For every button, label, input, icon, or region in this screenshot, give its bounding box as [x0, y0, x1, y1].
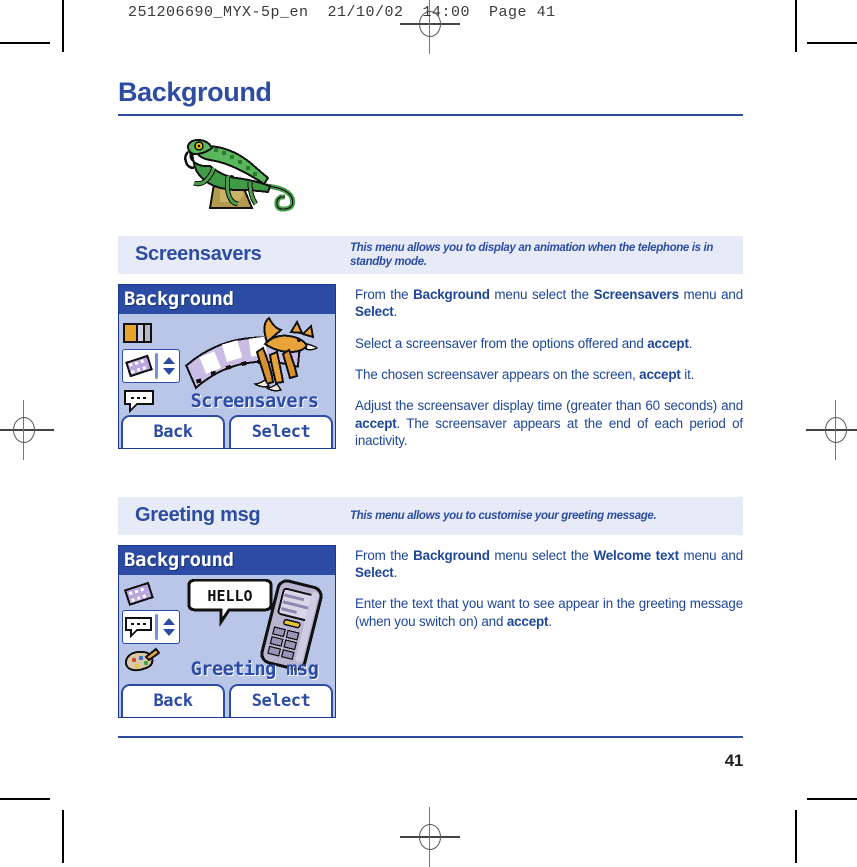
section-title: Screensavers — [135, 243, 262, 266]
crop-mark-bottom-left-v — [62, 810, 64, 863]
section-description: This menu allows you to customise your g… — [350, 509, 657, 522]
crop-mark-bottom-right-v — [795, 810, 797, 863]
mockup-softkeys: Back Select — [119, 414, 335, 448]
scroll-arrows[interactable] — [158, 617, 179, 636]
mockup-caption: Greeting msg — [190, 658, 319, 680]
mockup-icon-rail — [122, 579, 180, 676]
mockup-title-bar: Background — [119, 545, 335, 575]
softkey-back[interactable]: Back — [121, 683, 225, 717]
section-body-greeting-msg: Background HELLO Greeting msg Back Selec… — [118, 544, 743, 718]
softkey-back[interactable]: Back — [121, 414, 225, 448]
instruction-paragraph: From the Background menu select the Scre… — [355, 286, 743, 320]
mockup-body: HELLO Greeting msg Back Select — [119, 575, 335, 717]
page-title: Background — [118, 77, 272, 107]
crop-mark-top-left-h — [0, 42, 50, 44]
section-description: This menu allows you to display an anima… — [350, 241, 714, 268]
hello-bubble-text: HELLO — [207, 587, 252, 605]
crop-mark-bottom-right-h — [807, 798, 857, 800]
mockup-icon-rail — [122, 318, 180, 415]
scroll-arrows[interactable] — [158, 356, 179, 375]
instruction-paragraph: Adjust the screensaver display time (gre… — [355, 398, 743, 449]
softkey-select[interactable]: Select — [229, 683, 333, 717]
chapter-illustration — [118, 130, 743, 230]
mockup-softkeys: Back Select — [119, 683, 335, 717]
wallpaper-icon — [122, 318, 180, 348]
mockup-title-bar: Background — [119, 284, 335, 314]
printer-slug-line: 251206690_MYX-5p_en 21/10/02 14:00 Page … — [128, 4, 556, 21]
page-content: Background Screensavers This menu allows… — [118, 77, 744, 771]
instruction-paragraph: From the Background menu select the Welc… — [355, 547, 743, 581]
mockup-caption: Screensavers — [190, 390, 319, 412]
registration-mark-bottom — [400, 807, 460, 867]
mockup-body: Screensavers Back Select — [119, 314, 335, 448]
paint-palette-icon — [122, 646, 180, 676]
filmstrip-icon — [123, 354, 155, 378]
instructions-screensavers: From the Background menu select the Scre… — [336, 284, 743, 450]
speech-bubble-icon — [122, 385, 180, 415]
instruction-paragraph: The chosen screensaver appears on the sc… — [355, 366, 695, 382]
phone-screen-mockup-greeting-msg: Background HELLO Greeting msg Back Selec… — [118, 544, 336, 718]
chameleon-illustration — [184, 138, 296, 212]
registration-mark-left — [0, 400, 54, 460]
chevron-up-icon[interactable] — [162, 356, 175, 364]
instructions-greeting-msg: From the Background menu select the Welc… — [336, 545, 743, 631]
chevron-down-icon[interactable] — [162, 367, 175, 375]
crop-mark-top-right-v — [795, 0, 797, 52]
phone-screen-mockup-screensavers: Background Screensavers Back Select — [118, 283, 336, 449]
registration-mark-right — [806, 400, 857, 460]
chevron-down-icon[interactable] — [162, 628, 175, 636]
mockup-column: Background — [118, 544, 336, 718]
crop-mark-top-right-h — [807, 42, 857, 44]
instruction-paragraph: Select a screensaver from the options of… — [355, 335, 693, 351]
crop-mark-top-left-v — [62, 0, 64, 52]
speech-bubble-icon — [123, 615, 155, 639]
chevron-up-icon[interactable] — [162, 617, 175, 625]
title-divider — [118, 113, 743, 116]
filmstrip-icon — [122, 579, 180, 609]
section-header-screensavers: Screensavers This menu allows you to dis… — [118, 235, 743, 274]
instruction-paragraph: Enter the text that you want to see appe… — [355, 596, 743, 629]
page-number: 41 — [724, 750, 744, 770]
selected-menu-item-greeting-msg[interactable] — [122, 609, 180, 644]
section-header-greeting-msg: Greeting msg This menu allows you to cus… — [118, 496, 743, 535]
section-title: Greeting msg — [135, 504, 261, 527]
mockup-column: Background — [118, 283, 336, 449]
crop-mark-bottom-left-h — [0, 798, 50, 800]
selected-menu-item-screensavers[interactable] — [122, 348, 180, 383]
softkey-select[interactable]: Select — [229, 414, 333, 448]
section-body-screensavers: Background Screensavers Back Select From… — [118, 283, 743, 450]
